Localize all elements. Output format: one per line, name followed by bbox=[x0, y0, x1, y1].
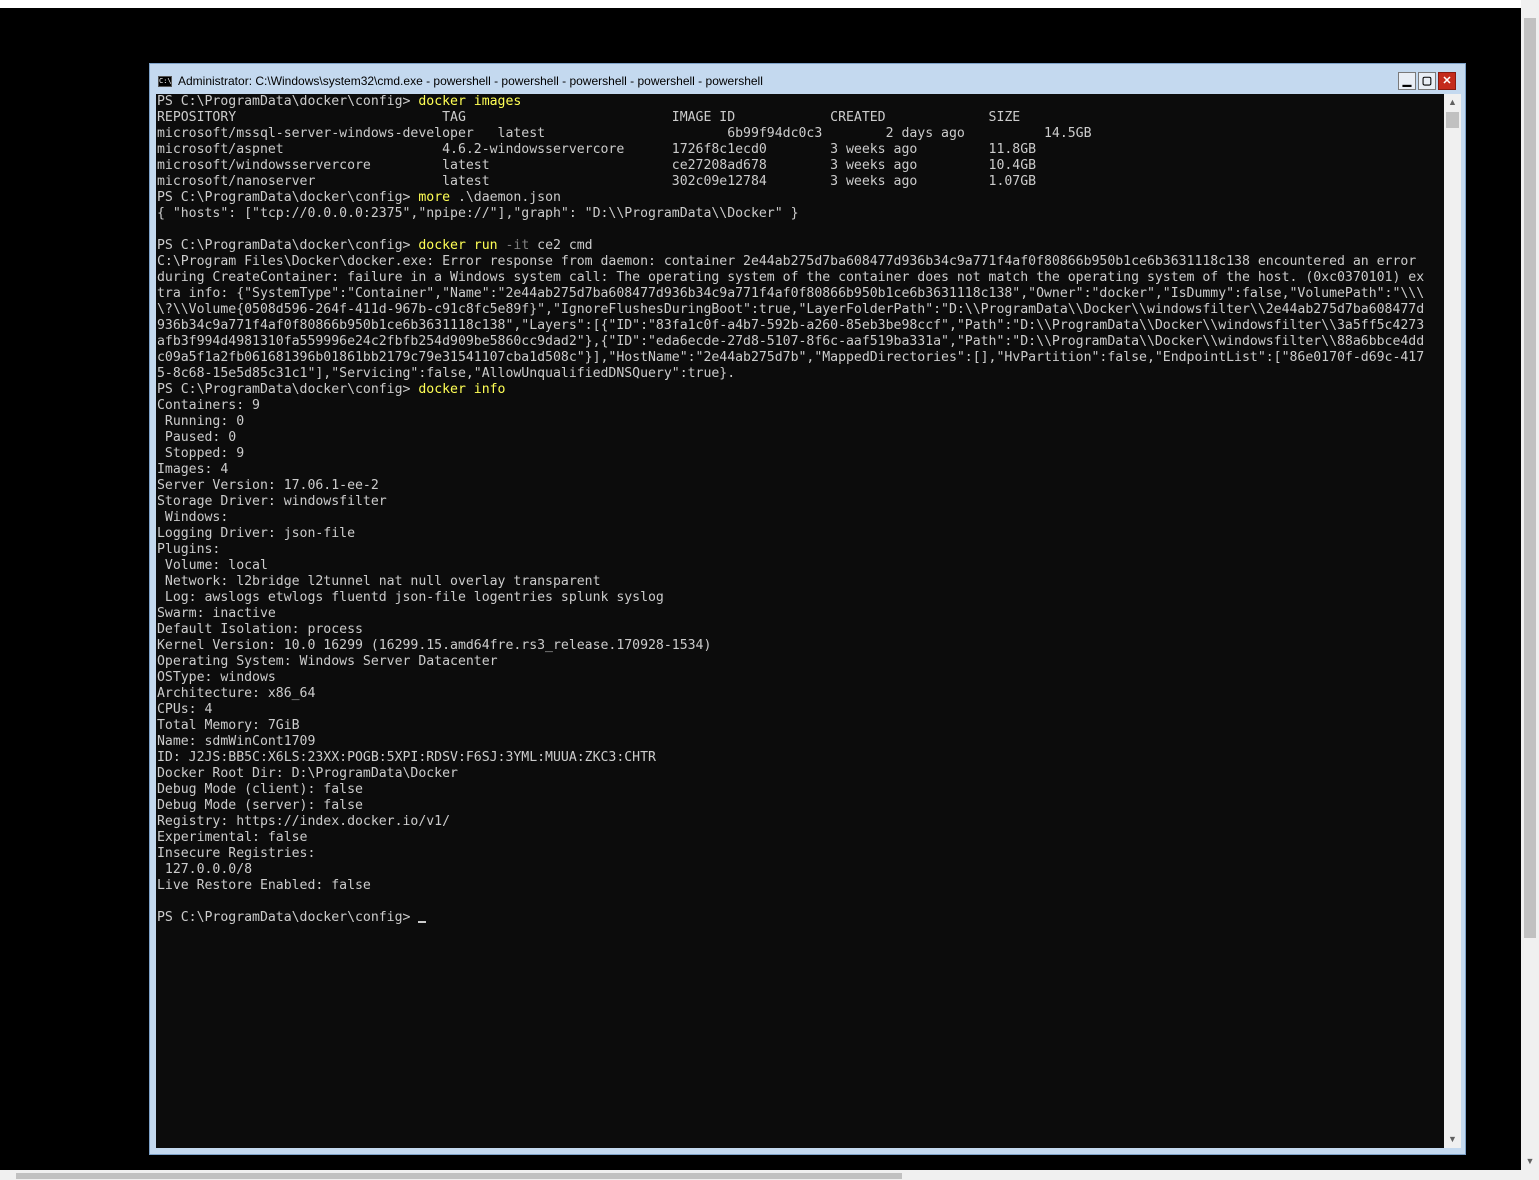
title-bar[interactable]: C:\ Administrator: C:\Windows\system32\c… bbox=[150, 64, 1465, 94]
daemon-json-output: { "hosts": ["tcp://0.0.0.0:2375","npipe:… bbox=[157, 206, 799, 221]
command-docker-images: docker images bbox=[418, 94, 522, 109]
close-icon: ✕ bbox=[1442, 75, 1452, 87]
window-title: Administrator: C:\Windows\system32\cmd.e… bbox=[178, 74, 763, 88]
console-line: Debug Mode (client): false bbox=[157, 782, 363, 797]
scroll-thumb[interactable] bbox=[1446, 112, 1459, 128]
command-docker-info: docker info bbox=[418, 382, 506, 397]
command-more: more bbox=[418, 190, 451, 205]
console-line: Docker Root Dir: D:\ProgramData\Docker bbox=[157, 766, 458, 781]
maximize-button[interactable]: ▢ bbox=[1418, 72, 1436, 90]
console-line: Server Version: 17.06.1-ee-2 bbox=[157, 478, 379, 493]
console-line: Stopped: 9 bbox=[164, 446, 245, 461]
console-line: CPUs: 4 bbox=[157, 702, 213, 717]
images-output: REPOSITORY TAG IMAGE ID CREATED SIZE mic… bbox=[157, 110, 1092, 189]
console-line: Registry: https://index.docker.io/v1/ bbox=[157, 814, 451, 829]
console-line: Total Memory: 7GiB bbox=[157, 718, 300, 733]
scroll-down-icon[interactable]: ▼ bbox=[1444, 1131, 1461, 1148]
prompt: PS C:\ProgramData\docker\config> bbox=[157, 910, 419, 925]
console-line: during CreateContainer: failure in a Win… bbox=[157, 270, 1425, 285]
console-line: OSType: windows bbox=[157, 670, 276, 685]
close-button[interactable]: ✕ bbox=[1438, 72, 1456, 90]
console-line: Live Restore Enabled: false bbox=[157, 878, 371, 893]
console-line: microsoft/aspnet 4.6.2-windowsservercore… bbox=[157, 142, 1037, 157]
console-line: Experimental: false bbox=[157, 830, 308, 845]
minimize-button[interactable]: ▁ bbox=[1398, 72, 1416, 90]
console-line: Running: 0 bbox=[164, 414, 245, 429]
command-run-arg: ce2 cmd bbox=[529, 238, 593, 253]
console-line: microsoft/windowsservercore latest ce272… bbox=[157, 158, 1037, 173]
prompt: PS C:\ProgramData\docker\config> bbox=[157, 94, 419, 109]
scroll-up-icon[interactable]: ▲ bbox=[1444, 94, 1461, 111]
console-text: PS C:\ProgramData\docker\config> docker … bbox=[157, 94, 1424, 926]
cmd-icon[interactable]: C:\ bbox=[158, 76, 172, 87]
outer-hscroll-thumb[interactable] bbox=[16, 1173, 902, 1179]
command-run-flag: -it bbox=[497, 238, 530, 253]
console-line: 127.0.0.0/8 bbox=[164, 862, 253, 877]
prompt: PS C:\ProgramData\docker\config> bbox=[157, 238, 419, 253]
console-line: Operating System: Windows Server Datacen… bbox=[157, 654, 498, 669]
minimize-icon: ▁ bbox=[1402, 75, 1412, 87]
console-line: { "hosts": ["tcp://0.0.0.0:2375","npipe:… bbox=[157, 206, 799, 221]
console-line: Insecure Registries: bbox=[157, 846, 316, 861]
console-line: Network: l2bridge l2tunnel nat null over… bbox=[164, 574, 601, 589]
console-line: Name: sdmWinCont1709 bbox=[157, 734, 316, 749]
console-line: \?\\Volume{0508d596-264f-411d-967b-c91c8… bbox=[157, 302, 1425, 317]
console-line: microsoft/nanoserver latest 302c09e12784… bbox=[157, 174, 1037, 189]
console-line: Plugins: bbox=[157, 542, 221, 557]
console-line: Storage Driver: windowsfilter bbox=[157, 494, 387, 509]
console-line: Swarm: inactive bbox=[157, 606, 276, 621]
console-line: 936b34c9a771f4af0f80866b950b1ce6b3631118… bbox=[157, 318, 1425, 333]
console-line: microsoft/mssql-server-windows-developer… bbox=[157, 126, 1092, 141]
console-line: 5-8c68-15e5d85c31c1"],"Servicing":false,… bbox=[157, 366, 736, 381]
outer-scroll-thumb[interactable] bbox=[1524, 18, 1536, 938]
console-output-area[interactable]: PS C:\ProgramData\docker\config> docker … bbox=[156, 94, 1444, 1148]
console-line: c09a5f1a2fb061681396b01861bb2179c79e3154… bbox=[157, 350, 1425, 365]
console-vertical-scrollbar[interactable]: ▲ ▼ bbox=[1444, 94, 1461, 1148]
text-cursor bbox=[418, 921, 427, 923]
command-docker-run: docker run bbox=[418, 238, 498, 253]
console-line: Windows: bbox=[164, 510, 229, 525]
desktop-top-strip bbox=[0, 0, 1521, 8]
docker-run-error-output: C:\Program Files\Docker\docker.exe: Erro… bbox=[157, 254, 1424, 381]
console-line: Default Isolation: process bbox=[157, 622, 363, 637]
console-line: Debug Mode (server): false bbox=[157, 798, 363, 813]
console-line: ID: J2JS:BB5C:X6LS:23XX:POGB:5XPI:RDSV:F… bbox=[157, 750, 656, 765]
outer-vertical-scrollbar[interactable]: ▼ bbox=[1521, 0, 1539, 1170]
console-line: Kernel Version: 10.0 16299 (16299.15.amd… bbox=[157, 638, 712, 653]
console-line: C:\Program Files\Docker\docker.exe: Erro… bbox=[157, 254, 1417, 269]
console-line: Images: 4 bbox=[157, 462, 229, 477]
console-line: Architecture: x86_64 bbox=[157, 686, 316, 701]
outer-scroll-down-icon[interactable]: ▼ bbox=[1521, 1153, 1539, 1170]
prompt: PS C:\ProgramData\docker\config> bbox=[157, 190, 419, 205]
console-line: Volume: local bbox=[164, 558, 268, 573]
console-line: afb3f994d4981310fa559996e24c2fbfb254d909… bbox=[157, 334, 1425, 349]
outer-horizontal-scrollbar[interactable] bbox=[0, 1170, 1539, 1180]
maximize-icon: ▢ bbox=[1421, 75, 1433, 87]
console-line: REPOSITORY TAG IMAGE ID CREATED SIZE bbox=[157, 110, 1021, 125]
console-line: tra info: {"SystemType":"Container","Nam… bbox=[157, 286, 1425, 301]
console-line: Paused: 0 bbox=[164, 430, 237, 445]
console-line: Log: awslogs etwlogs fluentd json-file l… bbox=[164, 590, 664, 605]
prompt: PS C:\ProgramData\docker\config> bbox=[157, 382, 419, 397]
docker-info-output: Containers: 9 Running: 0 Paused: 0 Stopp… bbox=[157, 398, 711, 893]
command-more-arg: .\daemon.json bbox=[450, 190, 561, 205]
console-window: C:\ Administrator: C:\Windows\system32\c… bbox=[149, 63, 1466, 1155]
console-line: Logging Driver: json-file bbox=[157, 526, 355, 541]
console-line: Containers: 9 bbox=[157, 398, 260, 413]
